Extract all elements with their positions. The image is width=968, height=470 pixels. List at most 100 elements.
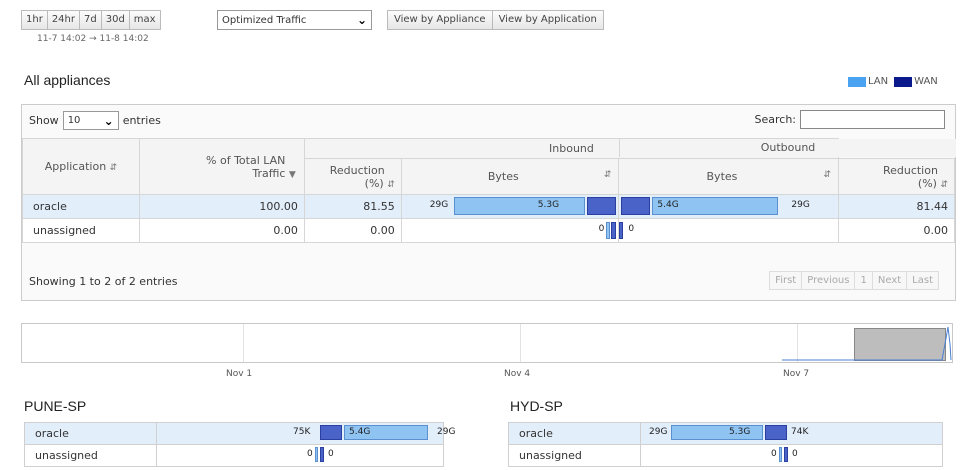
entries-label: entries [122,114,161,127]
appliance-table-pune: oracle 75K 5.4G 29G unassigned 0 0 [24,422,455,467]
left-value: 0 [307,449,313,459]
wan-swatch [894,76,913,87]
range-1hr-button[interactable]: 1hr [21,10,48,30]
table-row[interactable]: oracle 100.00 81.55 29G 5.3G 5.4G 29G 81… [22,194,955,219]
pager-first[interactable]: First [770,272,803,289]
appliance-title-hyd: HYD-SP [510,398,563,414]
lan-swatch [848,76,866,87]
right-value: 74K [791,427,809,437]
outbound-group-header: Outbound [619,139,956,157]
inbound-reduction-cell: 0.00 [303,218,402,243]
column-inbound-bytes[interactable]: Bytes ⇵ [400,158,620,195]
inbound-wan-bar [611,222,617,239]
wan-bar [765,425,787,440]
range-24hr-button[interactable]: 24hr [47,10,80,30]
table-row[interactable]: unassigned 0.00 0.00 0 0 0.00 [22,218,955,243]
sort-icon: ⇵ [940,179,948,190]
outbound-reduction-cell: 81.44 [838,194,955,219]
timeline-label-nov1: Nov 1 [226,369,253,379]
inbound-bytes-cell: 29G 5.3G [400,194,620,219]
reduction-header-label: Reduction (%) [882,163,938,190]
app-cell: unassigned [508,444,641,467]
column-outbound-reduction[interactable]: Reduction (%) ⇵ [838,158,955,195]
wan-bar [784,447,788,462]
range-30d-button[interactable]: 30d [101,10,130,30]
outbound-zero-value: 0 [628,224,635,234]
right-value: 0 [792,449,798,459]
column-outbound-bytes[interactable]: Bytes ⇵ [618,158,840,195]
wan-bar [320,447,324,462]
view-by-appliance-button[interactable]: View by Appliance [387,10,493,30]
pager-next[interactable]: Next [873,272,908,289]
view-toggle-group: View by Appliance View by Application [387,10,604,30]
appliance-title-pune: PUNE-SP [24,398,87,414]
legend-wan-label: WAN [914,76,938,87]
right-value: 0 [328,449,334,459]
sort-icon: ⇵ [603,170,612,180]
appliance-table-hyd: oracle 29G 5.3G 74K unassigned 0 0 [508,422,943,467]
entries-select[interactable]: 10 ⌄ [62,111,119,130]
outbound-wan-bar [621,197,651,215]
timeline-traffic-line [782,326,952,361]
range-7d-button[interactable]: 7d [80,10,102,30]
legend-lan-label: LAN [868,76,889,87]
mid-value: 5.3G [729,427,751,437]
reduction-header-label: Reduction (%) [329,163,385,190]
left-value: 0 [771,449,777,459]
outbound-wan-bar [619,222,624,239]
sort-icon: ⇵ [823,170,832,180]
pager-last[interactable]: Last [907,272,938,289]
left-value: 29G [649,427,668,437]
search-label: Search: [754,113,797,126]
outbound-wan-value: 29G [791,200,810,210]
inbound-wan-bar [586,197,616,215]
sort-desc-icon: ▼ [288,169,296,180]
table-footer-text: Showing 1 to 2 of 2 entries [29,275,178,288]
bytes-header-label: Bytes [487,170,519,183]
inbound-lan-bar [606,222,611,239]
date-range-text: 11-7 14:02 → 11-8 14:02 [37,34,149,44]
pager-page-1[interactable]: 1 [855,272,873,289]
table-row[interactable]: unassigned 0 0 [508,444,943,467]
app-cell: oracle [508,422,641,445]
app-cell: oracle [22,194,140,219]
timeline-label-nov4: Nov 4 [504,369,531,379]
lan-bar [315,447,318,462]
search-control: Search: [754,110,945,129]
inbound-wan-value: 29G [429,200,449,210]
chevron-down-icon: ⌄ [103,113,114,128]
search-input[interactable] [800,110,945,129]
left-value: 75K [293,427,311,437]
outbound-bytes-cell: 5.4G 29G [618,194,840,219]
pct-cell: 100.00 [138,194,305,219]
table-row[interactable]: unassigned 0 0 [24,444,444,467]
time-range-group: 1hr 24hr 7d 30d max [21,10,161,30]
chevron-down-icon: ⌄ [356,13,367,27]
table-row[interactable]: oracle 75K 5.4G 29G [24,422,455,445]
inbound-zero-value: 0 [598,224,605,234]
traffic-type-value: Optimized Traffic [222,14,307,26]
right-value: 29G [437,427,456,437]
pager-previous[interactable]: Previous [802,272,856,289]
traffic-type-select[interactable]: Optimized Traffic ⌄ [217,10,372,30]
application-header-label: Application [44,160,107,173]
app-cell: unassigned [22,218,140,243]
range-max-button[interactable]: max [129,10,161,30]
outbound-bytes-cell: 0 [618,218,840,243]
app-cell: oracle [24,422,157,445]
column-inbound-reduction[interactable]: Reduction (%) ⇵ [303,158,402,195]
column-application[interactable]: Application ⇵ [22,138,140,195]
bytes-header-label: Bytes [706,170,738,183]
mid-value: 5.4G [349,427,371,437]
sort-icon: ⇵ [387,179,395,190]
column-pct-lan[interactable]: % of Total LAN Traffic ▼ [138,138,305,195]
pct-cell: 0.00 [138,218,305,243]
entries-value: 10 [67,115,81,126]
timeline-navigator[interactable] [21,323,953,363]
table-row[interactable]: oracle 29G 5.3G 74K [508,422,943,445]
lan-bar [779,447,782,462]
bytes-cell: 0 0 [640,444,943,467]
view-by-application-button[interactable]: View by Application [492,10,604,30]
inbound-reduction-cell: 81.55 [303,194,402,219]
legend: LAN WAN [848,76,938,87]
